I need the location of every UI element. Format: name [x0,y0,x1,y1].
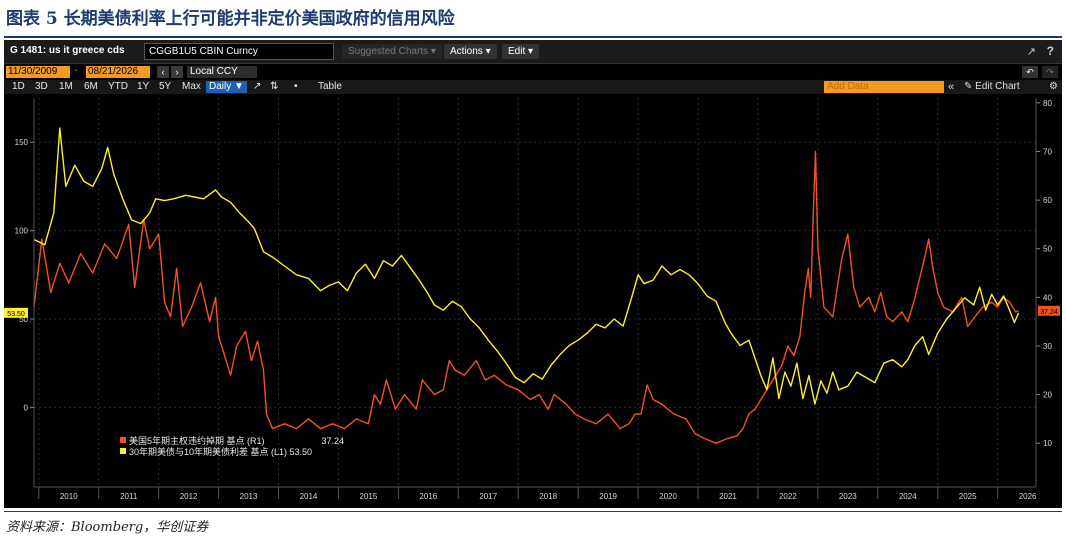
sort-icon[interactable]: ⇅ [270,80,278,94]
undo-icon[interactable]: ↶ [1022,66,1038,78]
double-chevron-left-icon[interactable]: « [948,80,954,94]
actions-menu-button[interactable]: Actions ▾ [444,44,497,59]
x-tick-label: 2010 [60,492,78,501]
left-tick-label: 0 [24,403,29,412]
x-tick-label: 2012 [180,492,198,501]
export-icon[interactable]: ↗ [1027,45,1036,58]
right-tick-label: 40 [1043,293,1052,302]
bloomberg-terminal: G 1481: us it greece cds CGGB1U5 CBIN Cu… [4,40,1062,508]
legend-value: 37.24 [321,436,344,446]
x-tick-label: 2014 [300,492,318,501]
x-tick-label: 2018 [539,492,557,501]
right-tick-label: 60 [1043,196,1052,205]
x-tick-label: 2026 [1019,492,1037,501]
right-last-value-label: 37.24 [1040,309,1058,316]
range-6m[interactable]: 6M [84,80,98,94]
range-ytd[interactable]: YTD [108,80,128,94]
legend-swatch [120,437,126,443]
date-separator: - [74,65,78,76]
frequency-dropdown[interactable]: Daily ▼ [206,81,247,93]
redo-icon[interactable]: ↷ [1042,66,1058,78]
x-tick-label: 2023 [839,492,857,501]
bottom-rule [4,511,1062,512]
left-tick-label: 100 [15,227,29,236]
x-tick-label: 2016 [419,492,437,501]
edit-menu-button[interactable]: Edit ▾ [502,44,540,59]
range-5y[interactable]: 5Y [159,80,171,94]
command-bar: G 1481: us it greece cds CGGB1U5 CBIN Cu… [4,40,1062,64]
x-tick-label: 2024 [899,492,917,501]
date-range-row: 11/30/2009 - 08/21/2026 ‹ › Local CCY ↶ … [4,65,1062,79]
figure-title: 图表 5 长期美债利率上行可能并非定价美国政府的信用风险 [6,9,455,29]
x-tick-label: 2020 [659,492,677,501]
chart-area: 050100150 1020304050607080 2010 2011 2012 2… [4,94,1062,508]
x-tick-label: 2011 [120,492,138,501]
range-1y[interactable]: 1Y [137,80,149,94]
title-rule [4,36,1062,38]
end-date-field[interactable]: 08/21/2026 [86,66,150,78]
x-tick-label: 2015 [360,492,378,501]
command-label[interactable]: G 1481: us it greece cds [10,45,125,56]
range-1d[interactable]: 1D [12,80,25,94]
right-tick-label: 20 [1043,391,1052,400]
chevron-left-icon[interactable]: ‹ [157,66,169,78]
range-3d[interactable]: 3D [35,80,48,94]
legend-label: 30年期美债与10年期美债利差 基点 (L1) 53.50 [129,446,312,457]
left-tick-label: 150 [15,138,29,147]
x-tick-label: 2022 [779,492,797,501]
ticker-input[interactable]: CGGB1U5 CBIN Curncy [144,43,334,60]
gear-icon[interactable]: ⚙ [1049,80,1058,94]
range-toolbar: 1D 3D 1M 6M YTD 1Y 5Y Max Daily ▼ ↗ ⇅ • … [4,80,1062,94]
dot-icon[interactable]: • [294,80,298,94]
x-tick-label: 2021 [719,492,737,501]
chevron-right-icon[interactable]: › [171,66,183,78]
start-date-field[interactable]: 11/30/2009 [6,66,70,78]
left-last-value-label: 53.50 [7,311,25,318]
suggested-charts-button[interactable]: Suggested Charts ▾ [342,44,442,59]
right-tick-label: 10 [1043,439,1052,448]
line-chart-icon[interactable]: ↗ [253,80,261,94]
source-note: 资料来源：Bloomberg，华创证券 [6,520,209,535]
x-tick-label: 2025 [959,492,977,501]
x-tick-label: 2013 [240,492,258,501]
edit-chart-button[interactable]: ✎ Edit Chart [964,80,1020,94]
table-button[interactable]: Table [318,80,342,94]
help-button[interactable]: ? [1047,44,1054,58]
right-tick-label: 70 [1043,147,1052,156]
x-tick-label: 2017 [479,492,497,501]
range-max[interactable]: Max [182,80,201,94]
right-tick-label: 80 [1043,99,1052,108]
currency-select[interactable]: Local CCY [187,66,257,78]
range-1m[interactable]: 1M [59,80,73,94]
legend-swatch [120,448,126,454]
right-tick-label: 50 [1043,245,1052,254]
x-tick-label: 2019 [599,492,617,501]
right-tick-label: 30 [1043,342,1052,351]
add-data-input[interactable]: Add Data [824,81,944,93]
legend-label: 美国5年期主权违约掉期 基点 (R1) [129,435,265,446]
